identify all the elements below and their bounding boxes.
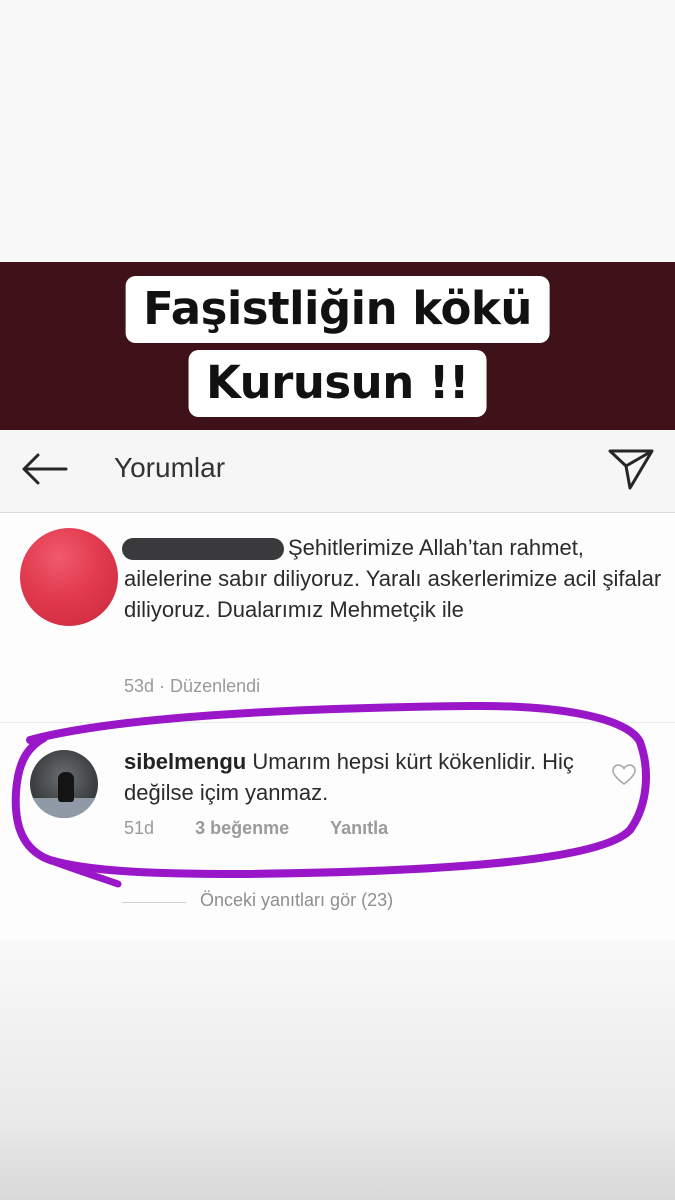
avatar[interactable] — [30, 750, 98, 818]
edited-label: · Düzenlendi — [159, 676, 261, 696]
caption-line-1: Faşistliğin kökü — [125, 276, 550, 343]
page-title: Yorumlar — [114, 452, 226, 483]
reply-button[interactable]: Yanıtla — [330, 818, 388, 838]
comment-meta: 51d 3 beğenme Yanıtla — [124, 818, 388, 839]
heart-icon[interactable] — [612, 764, 636, 786]
divider-line — [122, 902, 186, 903]
paper-plane-icon[interactable] — [606, 446, 656, 492]
bottom-blank-area — [0, 940, 675, 1200]
comment-time: 51d — [124, 818, 155, 838]
likes-count-link[interactable]: 3 beğenme — [195, 818, 289, 838]
comment-item: Şehitlerimize Allah’tan rahmet, aileleri… — [0, 524, 675, 723]
comments-header: Yorumlar — [0, 430, 675, 513]
comments-screen: Yorumlar Şehitlerimize Allah’tan rahmet,… — [0, 430, 675, 940]
caption-banner: Faşistliğin kökü Kurusun !! — [0, 262, 675, 430]
comment-meta: 53d · Düzenlendi — [124, 676, 260, 697]
caption-line-2: Kurusun !! — [188, 350, 487, 417]
top-blank-area — [0, 0, 675, 262]
view-previous-replies-link[interactable]: Önceki yanıtları gör (23) — [200, 890, 393, 911]
comment-username[interactable]: sibelmengu — [124, 749, 246, 774]
comment-body: sibelmengu Umarım hepsi kürt kökenlidir.… — [124, 746, 584, 808]
arrow-left-icon[interactable] — [20, 452, 68, 486]
comment-item: sibelmengu Umarım hepsi kürt kökenlidir.… — [0, 722, 675, 872]
comment-time: 53d — [124, 676, 155, 696]
redacted-username — [122, 538, 284, 560]
avatar[interactable] — [20, 528, 118, 626]
avatar-photo-figure — [58, 772, 74, 802]
